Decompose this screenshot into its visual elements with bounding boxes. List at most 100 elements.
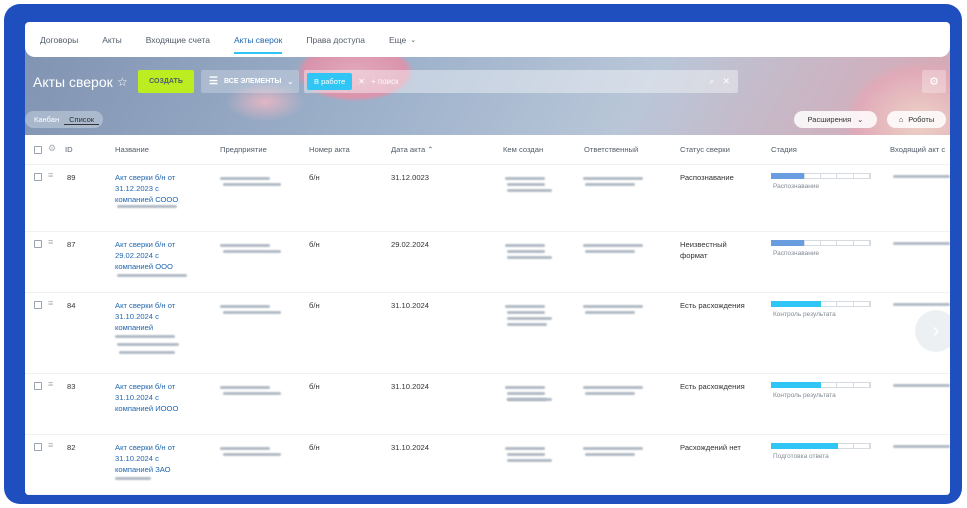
create-button[interactable]: СОЗДАТЬ	[138, 70, 194, 93]
redacted-text	[505, 447, 545, 450]
redacted-text	[507, 317, 552, 320]
column-id[interactable]: ID	[65, 145, 73, 154]
stage-label: Контроль результата	[773, 392, 836, 399]
row-title-link[interactable]: Акт сверки б/н от 31.12.2023 с компанией С…	[115, 172, 178, 205]
extensions-button[interactable]: Расширения ⌄	[794, 111, 877, 128]
close-icon[interactable]: ✕	[722, 76, 730, 87]
row-act-number: б/н	[309, 443, 320, 452]
row-status-line: Неизвестный	[680, 240, 727, 249]
search-icon[interactable]: ⌕	[709, 76, 714, 87]
column-incoming-act[interactable]: Входящий акт с	[890, 145, 945, 154]
redacted-text	[223, 392, 281, 395]
row-status: Неизвестный формат	[680, 239, 727, 261]
redacted-text	[507, 189, 552, 192]
row-act-number: б/н	[309, 382, 320, 391]
tab-more-label: Еще	[388, 34, 407, 45]
row-title-link[interactable]: Акт сверки б/н от 31.10.2024 с компанией	[115, 300, 175, 333]
star-icon[interactable]: ☆	[117, 75, 128, 89]
row-id: 83	[67, 382, 76, 391]
row-title-line: Акт сверки б/н от	[115, 301, 176, 310]
view-kanban[interactable]: Канбан	[29, 115, 64, 124]
stage-progress[interactable]	[771, 173, 871, 179]
row-title-link[interactable]: Акт сверки б/н от 31.10.2024 с компанией И…	[115, 381, 178, 414]
chevron-right-icon[interactable]: ›	[915, 310, 950, 352]
robots-label: Роботы	[908, 115, 935, 124]
redacted-text	[507, 256, 552, 259]
column-act-number[interactable]: Номер акта	[309, 145, 350, 154]
redacted-text	[893, 175, 950, 178]
gear-icon[interactable]: ⚙	[48, 143, 56, 154]
tab-acts[interactable]: Акты	[102, 22, 122, 57]
redacted-text	[117, 205, 177, 208]
table-row[interactable]: ≡ 82 Акт сверки б/н от 31.10.2024 с компание…	[25, 435, 950, 495]
chevron-down-icon: ⌄	[410, 36, 417, 44]
view-list[interactable]: Список	[64, 115, 100, 125]
redacted-text	[507, 398, 547, 401]
redacted-text	[119, 351, 175, 354]
table-row[interactable]: ≡ 87 Акт сверки б/н от 29.02.2024 с компание…	[25, 232, 950, 293]
filter-chip[interactable]: В работе	[307, 73, 353, 90]
tab-incoming-invoices[interactable]: Входящие счета	[146, 22, 210, 57]
stage-progress[interactable]	[771, 240, 871, 246]
row-act-date: 31.10.2024	[391, 382, 430, 391]
redacted-text	[583, 386, 643, 389]
row-checkbox[interactable]	[34, 173, 42, 181]
row-act-number: б/н	[309, 301, 320, 310]
settings-button[interactable]: ⚙	[922, 70, 946, 93]
redacted-text	[223, 250, 281, 253]
stage-progress-fill	[771, 301, 821, 307]
tab-contracts[interactable]: Договоры	[40, 22, 78, 57]
column-status[interactable]: Статус сверки	[680, 145, 730, 154]
select-all-checkbox[interactable]	[34, 146, 42, 154]
redacted-text	[505, 305, 545, 308]
redacted-text	[220, 177, 270, 180]
row-menu-icon[interactable]: ≡	[48, 170, 53, 180]
row-menu-icon[interactable]: ≡	[48, 440, 53, 450]
redacted-text	[585, 392, 635, 395]
redacted-text	[507, 392, 545, 395]
stage-progress[interactable]	[771, 382, 871, 388]
row-menu-icon[interactable]: ≡	[48, 298, 53, 308]
column-stage[interactable]: Стадия	[771, 145, 797, 154]
table-header: ⚙ ID Название Предприятие Номер акта Дат…	[25, 135, 950, 165]
filter-button[interactable]: ☰ ВСЕ ЭЛЕМЕНТЫ ⌄	[201, 70, 299, 93]
row-checkbox[interactable]	[34, 240, 42, 248]
stage-progress[interactable]	[771, 443, 871, 449]
column-name[interactable]: Название	[115, 145, 149, 154]
tab-access-rights[interactable]: Права доступа	[306, 22, 365, 57]
redacted-text	[220, 305, 270, 308]
row-status-line: Есть расхождения	[680, 382, 745, 391]
search-bar[interactable]: В работе ✕ + поиск ⌕ ✕	[304, 70, 738, 93]
search-input[interactable]: + поиск	[371, 77, 709, 86]
tab-more[interactable]: Еще ⌄	[389, 22, 416, 57]
column-act-date-label: Дата акта	[391, 145, 426, 154]
redacted-text	[505, 177, 545, 180]
column-created-by[interactable]: Кем создан	[503, 145, 543, 154]
row-checkbox[interactable]	[34, 301, 42, 309]
column-act-date[interactable]: Дата акта ⌃	[391, 145, 434, 154]
redacted-text	[507, 250, 545, 253]
row-menu-icon[interactable]: ≡	[48, 237, 53, 247]
stage-progress[interactable]	[771, 301, 871, 307]
table-row[interactable]: ≡ 84 Акт сверки б/н от 31.10.2024 с компание…	[25, 293, 950, 374]
redacted-text	[893, 303, 950, 306]
column-responsible[interactable]: Ответственный	[584, 145, 638, 154]
tab-reconciliation-acts[interactable]: Акты сверок	[233, 22, 283, 57]
column-company[interactable]: Предприятие	[220, 145, 267, 154]
chip-remove-icon[interactable]: ✕	[358, 77, 365, 86]
row-title-line: компанией ЗАО	[115, 465, 171, 474]
table-row[interactable]: ≡ 83 Акт сверки б/н от 31.10.2024 с компание…	[25, 374, 950, 435]
row-status-line: формат	[680, 251, 708, 260]
view-switcher: Канбан Список	[25, 111, 104, 128]
row-checkbox[interactable]	[34, 443, 42, 451]
redacted-text	[117, 274, 187, 277]
row-menu-icon[interactable]: ≡	[48, 379, 53, 389]
robots-button[interactable]: ⌂ Роботы	[887, 111, 946, 128]
row-title-link[interactable]: Акт сверки б/н от 31.10.2024 с компанией З…	[115, 442, 175, 475]
redacted-text	[223, 453, 281, 456]
row-title-line: 31.10.2024 с	[115, 312, 159, 321]
row-title-line: 31.10.2024 с	[115, 454, 159, 463]
row-title-link[interactable]: Акт сверки б/н от 29.02.2024 с компанией О…	[115, 239, 175, 272]
table-row[interactable]: ≡ 89 Акт сверки б/н от 31.12.2023 с компание…	[25, 165, 950, 232]
row-checkbox[interactable]	[34, 382, 42, 390]
